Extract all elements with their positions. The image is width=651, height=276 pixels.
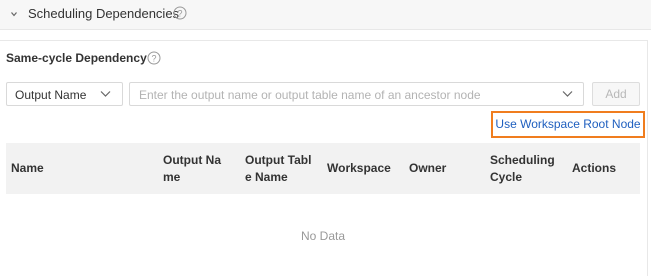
column-header-output-name: Output Na me: [163, 153, 221, 184]
column-header-actions: Actions: [572, 161, 617, 175]
use-workspace-root-node-link[interactable]: Use Workspace Root Node: [491, 111, 645, 138]
table-header: Name Output Na me Output Tabl e Name Works…: [6, 143, 640, 194]
chevron-down-icon[interactable]: [9, 9, 19, 19]
select-value: Output Name: [15, 88, 87, 102]
column-header-scheduling-cycle: Scheduling Cycle: [490, 153, 555, 184]
input-placeholder: Enter the output name or output table na…: [139, 88, 481, 102]
scheduling-dependencies-header[interactable]: Scheduling Dependencies ?: [0, 0, 651, 30]
svg-text:?: ?: [177, 9, 182, 19]
column-header-output-table-name: Output Tabl e Name: [245, 153, 312, 184]
same-cycle-dependency-title: Same-cycle Dependency: [6, 51, 147, 65]
svg-text:?: ?: [151, 54, 156, 64]
chevron-down-icon[interactable]: [562, 90, 573, 98]
help-icon[interactable]: ?: [173, 6, 187, 20]
section-title: Scheduling Dependencies: [28, 6, 180, 21]
column-header-name: Name: [11, 161, 44, 175]
column-header-workspace: Workspace: [327, 161, 391, 175]
empty-table-message: No Data: [301, 229, 346, 243]
help-icon[interactable]: ?: [147, 51, 161, 65]
ancestor-node-input[interactable]: Enter the output name or output table na…: [129, 82, 584, 106]
add-button[interactable]: Add: [592, 82, 640, 106]
column-header-owner: Owner: [409, 161, 447, 175]
chevron-down-icon: [100, 91, 111, 97]
output-type-select[interactable]: Output Name: [6, 82, 123, 106]
